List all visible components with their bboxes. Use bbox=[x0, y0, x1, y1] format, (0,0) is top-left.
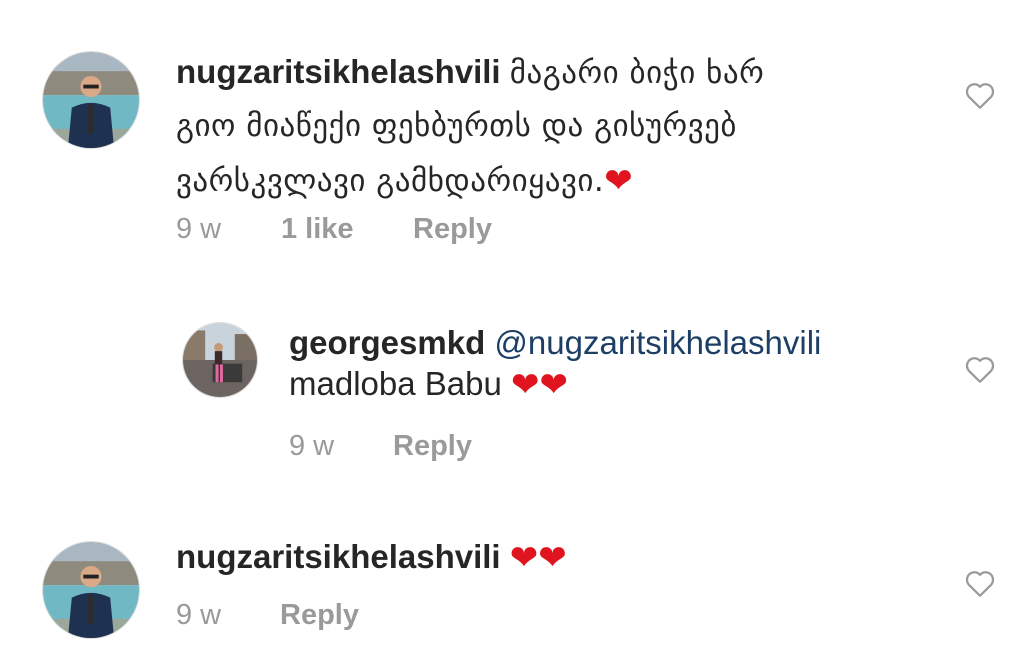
comment-username[interactable]: georgesmkd bbox=[289, 324, 485, 361]
comment-text-line: მაგარი ბიჭი ხარ bbox=[509, 55, 765, 91]
avatar[interactable] bbox=[42, 541, 140, 639]
comment-meta: 9 w 1 like Reply bbox=[176, 213, 576, 249]
mention-link[interactable]: @nugzaritsikhelashvili bbox=[494, 324, 821, 361]
heart-emoji: ❤❤ bbox=[511, 365, 568, 405]
comment-username[interactable]: nugzaritsikhelashvili bbox=[176, 538, 501, 575]
comment-body: georgesmkd @nugzaritsikhelashvili madlob… bbox=[289, 319, 929, 408]
comment-body: nugzaritsikhelashvili მაგარი ბიჭი ხარ გი… bbox=[176, 48, 936, 205]
comment-text-line: ვარსკვლავი გამხდარიყავი. bbox=[176, 163, 605, 199]
avatar[interactable] bbox=[42, 51, 140, 149]
heart-outline-icon[interactable] bbox=[963, 566, 997, 600]
heart-emoji: ❤❤ bbox=[509, 538, 567, 578]
heart-emoji: ❤ bbox=[604, 161, 633, 201]
comment-meta: 9 w Reply bbox=[289, 430, 589, 466]
comment-time: 9 w bbox=[289, 430, 335, 462]
likes-count[interactable]: 1 like bbox=[281, 213, 354, 246]
heart-outline-icon[interactable] bbox=[963, 352, 997, 386]
comment-username[interactable]: nugzaritsikhelashvili bbox=[176, 53, 501, 90]
comment-time: 9 w bbox=[176, 599, 222, 631]
reply-button[interactable]: Reply bbox=[280, 599, 359, 632]
comment-meta: 9 w Reply bbox=[176, 599, 476, 635]
reply-button[interactable]: Reply bbox=[413, 213, 492, 246]
comment-text-line: გიო მიაწექი ფეხბურთს და გისურვებ bbox=[176, 108, 737, 144]
comment-text: madloba Babu bbox=[289, 365, 502, 402]
avatar[interactable] bbox=[182, 322, 258, 398]
heart-outline-icon[interactable] bbox=[963, 78, 997, 112]
comment-body: nugzaritsikhelashvili ❤❤ bbox=[176, 533, 876, 581]
comment-time: 9 w bbox=[176, 213, 222, 245]
reply-button[interactable]: Reply bbox=[393, 430, 472, 463]
